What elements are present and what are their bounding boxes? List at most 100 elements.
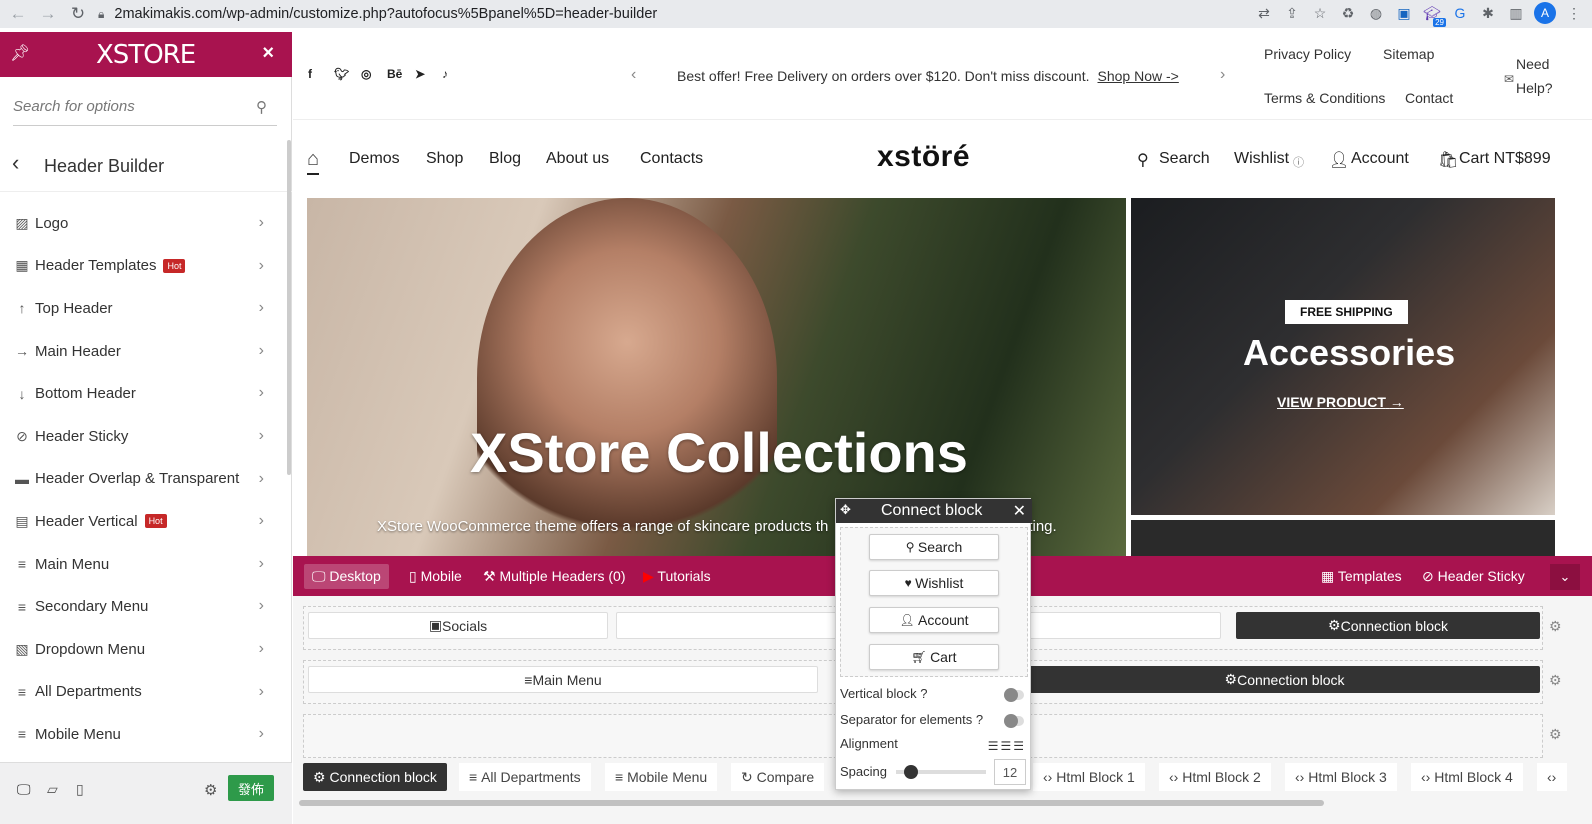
side-panel-icon[interactable]: ▥ (1506, 3, 1526, 23)
contact-link[interactable]: Contact (1405, 90, 1453, 106)
back-chevron-icon[interactable]: ‹ (12, 150, 19, 176)
behance-icon[interactable]: Bē (387, 67, 402, 81)
align-center-icon[interactable]: ☰ (1000, 739, 1013, 753)
pool-html-block-2[interactable]: ‹› Html Block 2 (1159, 763, 1271, 791)
puzzle-icon[interactable]: ✱ (1478, 3, 1498, 23)
pool-connection-block[interactable]: ⚙ Connection block (303, 763, 447, 791)
bookmark-star-icon[interactable]: ☆ (1310, 3, 1330, 23)
socials-element[interactable]: ▣ Socials (308, 612, 608, 639)
header-wishlist[interactable]: Wishlist (1234, 150, 1289, 168)
sidebar-item-main-menu[interactable]: ≡ Main Menu › (0, 543, 286, 586)
pool-compare[interactable]: ↻ Compare (731, 763, 825, 791)
tutorials-tab[interactable]: ▶ Tutorials (643, 568, 711, 585)
sidebar-scrollbar[interactable] (287, 140, 291, 475)
need-help-link[interactable]: Need (1516, 56, 1549, 72)
sidebar-item-dropdown-menu[interactable]: ▧ Dropdown Menu › (0, 628, 286, 671)
vertical-block-toggle[interactable] (1004, 688, 1024, 702)
publish-button[interactable]: 發佈 (228, 775, 274, 801)
nav-contacts[interactable]: Contacts (640, 150, 703, 168)
sidebar-item-mobile-menu[interactable]: ≡ Mobile Menu › (0, 713, 286, 756)
telegram-icon[interactable]: ➤ (415, 67, 425, 81)
address-bar[interactable]: 🔒︎ 2makimakis.com/wp-admin/customize.php… (98, 2, 657, 26)
sidebar-item-main-header[interactable]: → Main Header › (0, 330, 286, 373)
sidebar-item-top-header[interactable]: ↑ Top Header › (0, 287, 286, 330)
main-menu-element[interactable]: ≡ Main Menu (308, 666, 818, 693)
chevron-right-icon[interactable]: › (1220, 66, 1225, 84)
pool-html-block-1[interactable]: ‹› Html Block 1 (1033, 763, 1145, 791)
spacing-input[interactable]: 12 (994, 759, 1026, 785)
tiktok-icon[interactable]: ♪ (442, 67, 448, 81)
sidebar-item-header-overlap[interactable]: ▬ Header Overlap & Transparent › (0, 458, 286, 501)
move-icon[interactable]: ✥ (840, 502, 851, 518)
row-settings-gear-icon[interactable]: ⚙ (1549, 726, 1562, 743)
pool-all-departments[interactable]: ≡ All Departments (459, 763, 591, 791)
pool-html-block-4[interactable]: ‹› Html Block 4 (1411, 763, 1523, 791)
sidebar-item-logo[interactable]: ▨ Logo › (0, 202, 286, 245)
popup-item-account[interactable]: 👤︎ Account (869, 607, 999, 633)
shop-now-link[interactable]: Shop Now -> (1098, 68, 1179, 84)
pin-icon[interactable]: 📌︎ (10, 43, 30, 63)
twitter-icon[interactable]: 🐦︎ (334, 67, 349, 81)
back-icon[interactable]: ← (6, 2, 30, 26)
need-help-link-line2[interactable]: Help? (1516, 80, 1553, 96)
translate-icon[interactable]: ⇄ (1254, 3, 1274, 23)
nav-blog[interactable]: Blog (489, 150, 521, 168)
gear-icon[interactable]: ⚙ (204, 781, 217, 799)
align-right-icon[interactable]: ☰ (1013, 739, 1026, 753)
pool-mobile-menu[interactable]: ≡ Mobile Menu (605, 763, 718, 791)
site-logo[interactable]: xstöré (877, 140, 970, 174)
popup-item-search[interactable]: ⚲ Search (869, 534, 999, 560)
header-sticky-tab[interactable]: ⊘ Header Sticky (1422, 568, 1525, 585)
horizontal-scrollbar[interactable] (299, 800, 1324, 806)
sidebar-item-all-departments[interactable]: ≡ All Departments › (0, 671, 286, 714)
nav-about-us[interactable]: About us (546, 150, 609, 168)
spacing-slider-handle[interactable] (904, 765, 918, 779)
chevron-down-icon[interactable]: ⌄ (1550, 564, 1580, 590)
header-account[interactable]: Account (1351, 150, 1409, 168)
row-settings-gear-icon[interactable]: ⚙ (1549, 618, 1562, 635)
forward-icon[interactable]: → (36, 2, 60, 26)
close-icon[interactable]: × (262, 42, 274, 65)
avatar[interactable]: A (1534, 2, 1556, 24)
facebook-icon[interactable]: f (308, 67, 312, 81)
close-icon[interactable]: ✕ (1013, 501, 1026, 521)
separator-toggle[interactable] (1004, 714, 1024, 728)
desktop-device-icon[interactable]: 🖵︎ (17, 781, 31, 798)
sidebar-item-bottom-header[interactable]: ↓ Bottom Header › (0, 372, 286, 415)
pool-html-block-3[interactable]: ‹› Html Block 3 (1285, 763, 1397, 791)
multiple-headers-tab[interactable]: ⚒ Multiple Headers (0) (483, 568, 626, 585)
home-icon[interactable]: ⌂ (307, 148, 320, 175)
popup-item-cart[interactable]: 🛒︎ Cart (869, 644, 999, 670)
desktop-tab[interactable]: 🖵︎ Desktop (304, 564, 389, 589)
recycle-extension-icon[interactable]: ♻ (1338, 3, 1358, 23)
instagram-icon[interactable]: ◎ (361, 67, 371, 81)
sidebar-item-header-templates[interactable]: ▦ Header Templates Hot › (0, 245, 286, 288)
more-vert-icon[interactable]: ⋮ (1564, 3, 1584, 23)
connection-block-element[interactable]: ⚙ Connection block (1236, 612, 1540, 639)
terms-link[interactable]: Terms & Conditions (1264, 90, 1385, 106)
templates-tab[interactable]: ▦ Templates (1321, 568, 1402, 585)
nav-demos[interactable]: Demos (349, 150, 400, 168)
sitemap-link[interactable]: Sitemap (1383, 46, 1434, 62)
reload-icon[interactable]: ↻ (66, 2, 90, 26)
screen-extension-icon[interactable]: ▣ (1394, 3, 1414, 23)
row-settings-gear-icon[interactable]: ⚙ (1549, 672, 1562, 689)
sidebar-item-header-sticky[interactable]: ⊘ Header Sticky › (0, 415, 286, 458)
popup-item-wishlist[interactable]: ♥ Wishlist (869, 570, 999, 596)
header-search[interactable]: Search (1159, 150, 1210, 168)
mobile-device-icon[interactable]: ▯ (76, 781, 84, 798)
google-translate-icon[interactable]: G (1450, 3, 1470, 23)
header-cart[interactable]: Cart NT$899 (1459, 150, 1551, 168)
privacy-policy-link[interactable]: Privacy Policy (1264, 46, 1351, 62)
graduation-extension-icon[interactable]: 🎓︎ 29 (1422, 3, 1446, 27)
chevron-left-icon[interactable]: ‹ (631, 66, 636, 84)
mobile-tab[interactable]: ▯ Mobile (409, 568, 462, 585)
accessories-banner[interactable]: FREE SHIPPING Accessories VIEW PRODUCT → (1131, 198, 1555, 515)
second-banner[interactable] (1131, 520, 1555, 560)
sidebar-item-header-vertical[interactable]: ▤ Header Vertical Hot › (0, 500, 286, 543)
code-icon[interactable]: ‹› (1537, 763, 1567, 791)
view-product-link[interactable]: VIEW PRODUCT → (1277, 394, 1404, 410)
align-left-icon[interactable]: ☰ (988, 739, 1001, 753)
search-input[interactable]: Search for options (13, 94, 277, 126)
connection-block-element[interactable]: ⚙ Connection block (1029, 666, 1540, 693)
